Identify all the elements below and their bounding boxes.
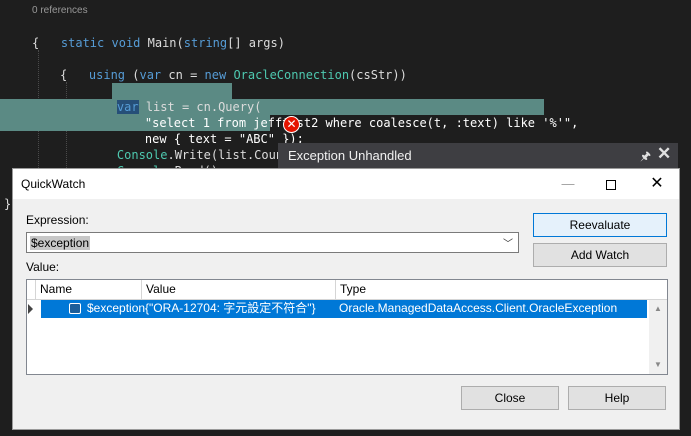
- code-text: ,: [571, 116, 579, 130]
- keyword: var: [139, 68, 162, 82]
- expression-input[interactable]: $exception: [30, 236, 91, 250]
- keyword: string: [183, 36, 228, 50]
- type-name: OracleConnection: [233, 68, 350, 82]
- code-line-2: {: [32, 36, 40, 50]
- code-text: [] args): [227, 36, 285, 50]
- dialog-title: QuickWatch: [21, 177, 86, 191]
- maximize-icon: [606, 179, 616, 190]
- error-icon[interactable]: ✕: [283, 116, 300, 133]
- table-row[interactable]: $exception {"ORA-12704: 字元設定不符合"} Oracle…: [28, 300, 647, 318]
- code-line-3: using (var cn = new OracleConnection(csS…: [60, 51, 407, 82]
- object-icon: [69, 303, 81, 314]
- dialog-titlebar[interactable]: QuickWatch — ✕: [13, 169, 679, 199]
- keyword: new: [204, 68, 227, 82]
- column-header-type[interactable]: Type: [335, 280, 649, 300]
- codelens-references[interactable]: 0 references: [32, 5, 88, 16]
- help-button[interactable]: Help: [568, 386, 666, 410]
- code-text: (csStr)): [349, 68, 407, 82]
- code-line-1: static void Main(string[] args): [32, 19, 285, 50]
- value-label: Value:: [26, 260, 60, 274]
- scroll-down-icon[interactable]: ▼: [654, 360, 662, 369]
- keyword: static: [60, 36, 105, 50]
- keyword: using: [88, 68, 126, 82]
- code-line-9: Console.Read();: [88, 147, 225, 178]
- row-name: $exception: [87, 301, 146, 315]
- close-icon[interactable]: ✕: [657, 144, 671, 164]
- chevron-down-icon[interactable]: ﹀: [503, 235, 513, 250]
- code-line-10: }: [4, 197, 12, 211]
- column-header-value[interactable]: Value: [141, 280, 335, 300]
- code-text: Main(: [140, 36, 184, 50]
- expand-arrow-icon[interactable]: [28, 304, 33, 314]
- code-line-4: {: [60, 68, 68, 82]
- row-type: Oracle.ManagedDataAccess.Client.OracleEx…: [339, 301, 618, 315]
- expression-combobox[interactable]: $exception ﹀: [26, 232, 519, 253]
- reevaluate-button[interactable]: Reevaluate: [533, 213, 667, 237]
- pin-icon[interactable]: 🖈: [640, 147, 651, 168]
- grid-header: Name Value Type: [27, 280, 667, 300]
- column-header-name[interactable]: Name: [35, 280, 141, 300]
- code-line-7: new { text = "ABC" });: [116, 115, 304, 146]
- code-line-6: "select 1 from jefftest2 where coalesce(…: [116, 99, 579, 130]
- value-grid[interactable]: Name Value Type $exception {"ORA-12704: …: [26, 279, 668, 375]
- code-line-5: var list = cn.Query(: [88, 83, 261, 114]
- keyword: void: [111, 36, 141, 50]
- code-text: cn =: [161, 68, 205, 82]
- maximize-button[interactable]: [588, 169, 634, 199]
- code-text: (: [125, 68, 140, 82]
- close-button[interactable]: Close: [461, 386, 559, 410]
- quickwatch-dialog: QuickWatch — ✕ Expression: $exception ﹀ …: [12, 168, 680, 430]
- close-window-button[interactable]: ✕: [634, 169, 680, 199]
- exception-helper-bar[interactable]: Exception Unhandled 🖈 ✕: [278, 143, 678, 169]
- scroll-up-icon[interactable]: ▲: [654, 304, 662, 313]
- minimize-button[interactable]: —: [545, 169, 591, 199]
- add-watch-button[interactable]: Add Watch: [533, 243, 667, 267]
- exception-title: Exception Unhandled: [288, 148, 412, 163]
- row-value[interactable]: {"ORA-12704: 字元設定不符合"}: [145, 300, 316, 318]
- vertical-scrollbar[interactable]: ▲ ▼: [649, 300, 667, 374]
- expression-label: Expression:: [26, 213, 89, 227]
